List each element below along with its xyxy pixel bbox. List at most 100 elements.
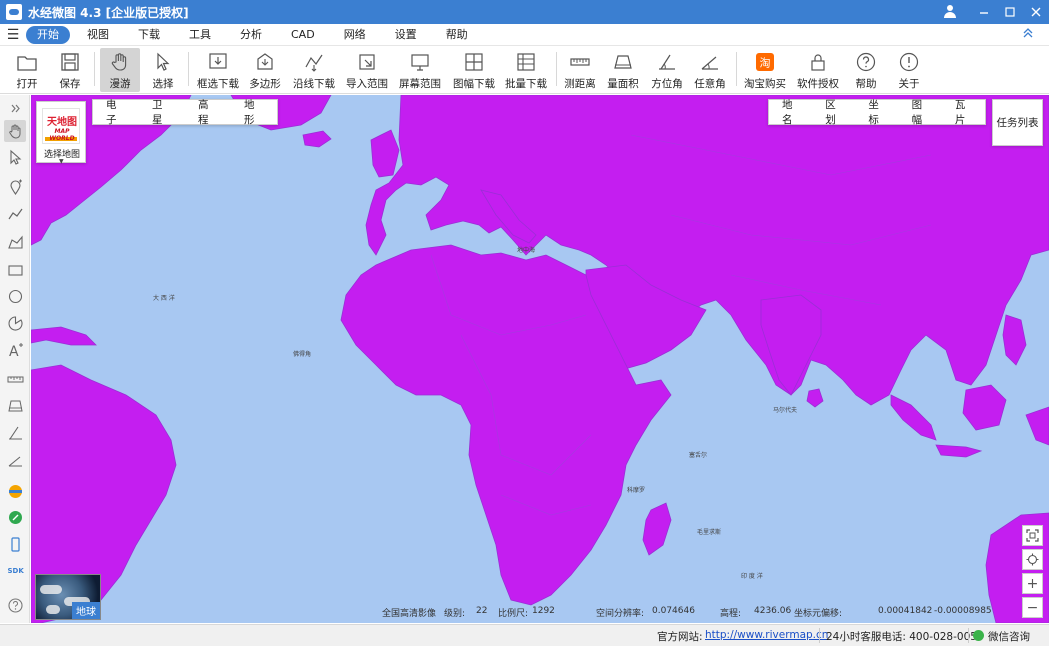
world-map [31,95,1049,623]
map-place-label: 科摩罗 [627,487,646,494]
user-icon[interactable] [943,5,957,19]
line-download-button[interactable]: 沿线下载 [292,48,336,92]
taobao-icon: 淘 [754,51,776,73]
maximize-button[interactable] [997,0,1023,24]
java [935,444,983,458]
azimuth-tool-icon[interactable] [4,421,26,443]
tab-satellite[interactable]: 卫星 [139,97,185,127]
screen-range-button[interactable]: 屏幕范围 [398,48,442,92]
tab-coordinates[interactable]: 坐标 [855,97,898,127]
globe-view-thumbnail[interactable]: 地球 [35,574,101,620]
any-angle-button[interactable]: 任意角 [692,48,728,92]
layer-tabs: 地名 区划 坐标 图幅 瓦片 [768,97,986,127]
point-marker-icon[interactable] [4,176,26,198]
tab-elevation[interactable]: 高程 [185,97,231,127]
map-scale: 1292 [532,606,555,616]
circle-tool-icon[interactable] [4,285,26,307]
zoom-out-button[interactable]: − [1022,597,1043,618]
frame-download-button[interactable]: 框选下载 [196,48,240,92]
hand-icon [109,51,131,73]
polygon-button[interactable]: 多边形 [248,48,282,92]
license-button[interactable]: 软件授权 [796,48,840,92]
minimize-button[interactable] [971,0,997,24]
open-button[interactable]: 打开 [10,48,44,92]
map-place-label: 佛得角 [293,351,312,358]
pan-tool-icon[interactable] [4,120,26,142]
tab-vector[interactable]: 电子 [93,97,139,127]
website-link[interactable]: http://www.rivermap.cn [705,629,828,641]
menu-settings[interactable]: 设置 [383,26,429,44]
menu-download[interactable]: 下载 [126,26,172,44]
locate-icon[interactable] [1022,549,1043,570]
map-place-label: 地中海 [517,247,536,254]
measure-area-button[interactable]: 量面积 [606,48,640,92]
link-icon[interactable] [4,506,26,528]
taobao-buy-button[interactable]: 淘 淘宝购买 [743,48,787,92]
help-circle-icon[interactable] [4,594,26,616]
measure-area-icon[interactable] [4,394,26,416]
menu-tools[interactable]: 工具 [177,26,223,44]
status-bar: 官方网站: http://www.rivermap.cn 24小时客服电话: 4… [0,624,1049,646]
sdk-icon[interactable]: SDK [4,559,26,581]
tab-map-sheets[interactable]: 图幅 [899,97,942,127]
import-range-button[interactable]: 导入范围 [345,48,389,92]
caribbean [31,326,97,346]
help-button[interactable]: 帮助 [849,48,883,92]
save-button[interactable]: 保存 [53,48,87,92]
menu-help[interactable]: 帮助 [434,26,480,44]
title-bar: 水经微图 4.3 [企业版已授权] [0,0,1049,24]
measure-distance-icon[interactable] [4,368,26,390]
expand-panel-icon[interactable] [4,97,26,119]
menu-analysis[interactable]: 分析 [228,26,274,44]
folder-icon [16,51,38,73]
svg-text:SDK: SDK [7,567,24,575]
select-button[interactable]: 选择 [146,48,180,92]
hamburger-menu-icon[interactable]: ☰ [0,27,26,43]
menu-network[interactable]: 网络 [332,26,378,44]
tab-tiles[interactable]: 瓦片 [942,97,985,127]
pan-button[interactable]: 漫游 [100,48,140,92]
angle-tool-icon[interactable] [4,448,26,470]
batch-download-button[interactable]: 批量下载 [504,48,548,92]
sumatra [890,394,937,441]
fullscreen-icon[interactable] [1022,525,1043,546]
ruler-icon [569,51,591,73]
globe-colored-icon[interactable] [4,480,26,502]
close-button[interactable] [1023,0,1049,24]
british-isles [370,129,400,178]
collapse-ribbon-icon[interactable] [1023,27,1033,41]
rectangle-tool-icon[interactable] [4,259,26,281]
tab-terrain[interactable]: 地形 [231,97,277,127]
zoom-in-button[interactable]: + [1022,573,1043,594]
text-tool-icon[interactable]: A [4,339,26,361]
polygon-tool-icon[interactable] [4,231,26,253]
elevation-value: 4236.06 [754,606,792,616]
polyline-icon [303,51,325,73]
sheet-download-button[interactable]: 图幅下载 [450,48,498,92]
question-icon [855,51,877,73]
menu-start[interactable]: 开始 [26,25,70,44]
wechat-icon [973,630,984,641]
save-icon [59,51,81,73]
azimuth-button[interactable]: 方位角 [650,48,684,92]
menu-cad[interactable]: CAD [279,26,327,44]
map-source-selector[interactable]: 天地图 MAP WORLD 选择地图 ▼ [36,101,86,165]
phone-icon[interactable] [4,533,26,555]
info-icon [898,51,920,73]
sector-tool-icon[interactable] [4,312,26,334]
tab-districts[interactable]: 区划 [812,97,855,127]
menu-view[interactable]: 视图 [75,26,121,44]
select-tool-icon[interactable] [4,146,26,168]
polyline-tool-icon[interactable] [4,203,26,225]
new-guinea [1025,406,1049,446]
map-canvas[interactable]: 大 西 洋 佛得角 地中海 马尔代夫 塞舌尔 科摩罗 毛里求斯 印 度 洋 [31,95,1049,623]
globe-label: 地球 [72,602,100,619]
task-list-button[interactable]: 任务列表 [992,99,1043,146]
wechat-consult-button[interactable]: 微信咨询 [973,629,1030,644]
tab-place-names[interactable]: 地名 [769,97,812,127]
imagery-source: 全国高清影像 [382,609,437,619]
measure-distance-button[interactable]: 测距离 [563,48,597,92]
support-hotline: 24小时客服电话: 400-028-0050 [826,631,984,643]
borneo [962,384,1007,431]
about-button[interactable]: 关于 [892,48,926,92]
